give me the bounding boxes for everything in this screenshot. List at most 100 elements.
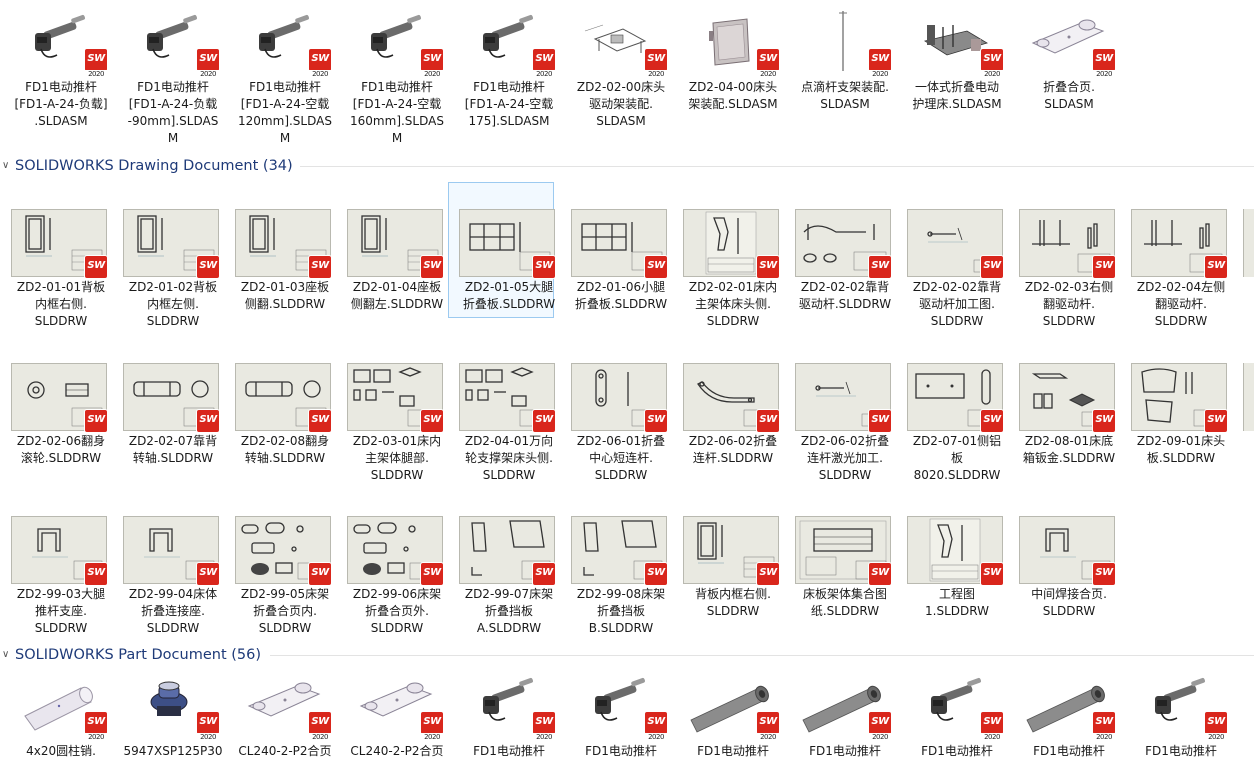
panel-drawing-icon: SW [571, 209, 667, 278]
solidworks-badge-icon: SW 2020 [193, 712, 223, 741]
file-name-label: ZD2-99-05床架 折叠合页内. SLDDRW [240, 587, 330, 635]
solidworks-version-label: 2020 [1201, 733, 1231, 741]
file-name-label: ZD2-07-01侧铝 板 8020.SLDDRW [912, 434, 1002, 482]
frame-assembly-icon: SW 2020 [571, 9, 671, 78]
group-header-drawings[interactable]: ∨ SOLIDWORKS Drawing Document (34) [0, 156, 1254, 176]
group-header-parts[interactable]: ∨ SOLIDWORKS Part Document (56) [0, 645, 1254, 665]
file-name-label: CL240-2-P2合页 [238, 744, 332, 758]
file-name-label: FD1电动推杆 [809, 744, 881, 758]
solidworks-badge-icon: SW 2020 [865, 49, 895, 78]
actuator-icon: SW 2020 [123, 9, 223, 78]
solidworks-badge-icon: SW [85, 563, 107, 585]
file-name-label: FD1电动推杆 [FD1-A-24-空载 175].SLDASM [464, 80, 554, 128]
lever-drawing-icon: SW [1131, 209, 1227, 278]
group-divider [300, 166, 1254, 167]
solidworks-version-label: 2020 [977, 733, 1007, 741]
group-title: SOLIDWORKS Drawing Document (34) [15, 158, 293, 174]
actuator-icon: SW 2020 [347, 9, 447, 78]
file-name-label: FD1电动推杆 [FD1-A-24-负载] .SLDASM [14, 80, 108, 128]
tube-icon: SW 2020 [1019, 672, 1119, 741]
solidworks-badge-icon: SW 2020 [865, 712, 895, 741]
actuator-icon: SW 2020 [571, 672, 671, 741]
file-name-label: ZD2-02-01床内 主架体床头侧. SLDDRW [688, 280, 778, 328]
board-drawing-icon: SW [1131, 363, 1227, 432]
file-name-label: FD1电动推杆 [1145, 744, 1217, 758]
file-name-label: ZD2-04-00床头 架装配.SLDASM [688, 80, 778, 111]
solidworks-version-label: 2020 [81, 70, 111, 78]
file-name-label: ZD2-08-01床底 箱钣金.SLDDRW [1022, 434, 1116, 465]
file-name-label: ZD2-02-08翻身 转轴.SLDDRW [240, 434, 330, 465]
caster-icon: SW 2020 [123, 672, 223, 741]
solidworks-version-label: 2020 [641, 733, 671, 741]
file-name-label: FD1电动推杆 [FD1-A-24-负载 -90mm].SLDAS M [127, 80, 219, 145]
file-name-label: ZD2-01-01背板 内框右侧. SLDDRW [16, 280, 106, 328]
solidworks-badge-icon: SW [757, 256, 779, 278]
frame-drawing-icon: SW [235, 209, 331, 278]
file-name-label: 4x20圆柱销. [26, 744, 96, 758]
solidworks-badge-icon: SW 2020 [417, 712, 447, 741]
frame-drawing-icon: SW [347, 209, 443, 278]
chevron-down-icon[interactable]: ∨ [2, 645, 14, 665]
solidworks-badge-icon: SW [421, 410, 443, 432]
solidworks-badge-icon: SW 2020 [305, 712, 335, 741]
solidworks-version-label: 2020 [529, 70, 559, 78]
solidworks-badge-icon: SW 2020 [81, 712, 111, 741]
solidworks-badge-icon: SW [869, 410, 891, 432]
solidworks-badge-icon: SW [533, 410, 555, 432]
actuator-icon: SW 2020 [459, 672, 559, 741]
solidworks-badge-icon: SW [645, 256, 667, 278]
lever-drawing-icon: SW [1019, 209, 1115, 278]
solidworks-badge-icon: SW [421, 563, 443, 585]
solidworks-badge-icon: SW [1205, 410, 1227, 432]
file-name-label: FD1电动推杆 [473, 744, 545, 758]
group-divider [270, 655, 1254, 656]
file-name-label: FD1电动推杆 [FD1-A-24-空载 120mm].SLDAS M [238, 80, 332, 145]
box-drawing-icon: SW [1019, 363, 1115, 432]
file-name-label: ZD2-02-06翻身 滚轮.SLDDRW [16, 434, 106, 465]
hinge-icon: SW 2020 [235, 672, 335, 741]
solidworks-badge-icon: SW [197, 410, 219, 432]
file-name-label: ZD2-09-01床头 板.SLDDRW [1136, 434, 1226, 465]
baffle-drawing-icon: SW [459, 516, 555, 585]
solidworks-badge-icon: SW [309, 256, 331, 278]
file-name-label: ZD2-01-02背板 内框左侧. SLDDRW [128, 280, 218, 328]
actuator-icon: SW 2020 [235, 9, 335, 78]
file-name-label: FD1电动推杆 [1033, 744, 1105, 758]
solidworks-version-label: 2020 [865, 70, 895, 78]
solidworks-badge-icon: SW 2020 [977, 712, 1007, 741]
solidworks-badge-icon: SW 2020 [1089, 49, 1119, 78]
solidworks-badge-icon: SW [85, 256, 107, 278]
solidworks-badge-icon: SW [757, 563, 779, 585]
panel-drawing-icon: SW [459, 209, 555, 278]
portrait-drawing-icon: SW [683, 209, 779, 278]
pin-icon: SW 2020 [11, 672, 111, 741]
multi-drawing-icon: SW [459, 363, 555, 432]
solidworks-badge-icon: SW [309, 410, 331, 432]
hinge-drawing-icon: SW [347, 516, 443, 585]
file-name-label: ZD2-99-07床架 折叠挡板 A.SLDDRW [464, 587, 554, 635]
bracket-drawing-icon: SW [11, 516, 107, 585]
actuator-icon: SW 2020 [459, 9, 559, 78]
solidworks-badge-icon: SW 2020 [1201, 712, 1231, 741]
arm-drawing-icon: SW [795, 209, 891, 278]
group-title: SOLIDWORKS Part Document (56) [15, 647, 262, 663]
sparse-drawing-icon: SW [795, 363, 891, 432]
solidworks-badge-icon: SW [533, 563, 555, 585]
hinge-icon: SW 2020 [1019, 9, 1119, 78]
solidworks-version-label: 2020 [865, 733, 895, 741]
file-name-label: 折叠合页. SLDASM [1043, 80, 1095, 111]
file-name-label: ZD2-06-01折叠 中心短连杆. SLDDRW [576, 434, 666, 482]
solidworks-badge-icon: SW 2020 [753, 712, 783, 741]
solidworks-badge-icon: SW [645, 563, 667, 585]
iv-pole-icon: SW 2020 [795, 9, 895, 78]
file-name-label: FD1电动推杆 [697, 744, 769, 758]
chevron-down-icon[interactable]: ∨ [2, 156, 14, 176]
shaft-drawing-icon: SW [235, 363, 331, 432]
shaft-drawing-icon: SW [123, 363, 219, 432]
solidworks-version-label: 2020 [193, 733, 223, 741]
file-name-label: FD1电动推杆 [585, 744, 657, 758]
file-name-label: 工程图 1.SLDDRW [925, 587, 989, 618]
partial-thumbnail [1243, 363, 1254, 431]
file-name-label: ZD2-04-01万向 轮支撑架床头侧. SLDDRW [464, 434, 554, 482]
solidworks-badge-icon: SW [197, 563, 219, 585]
